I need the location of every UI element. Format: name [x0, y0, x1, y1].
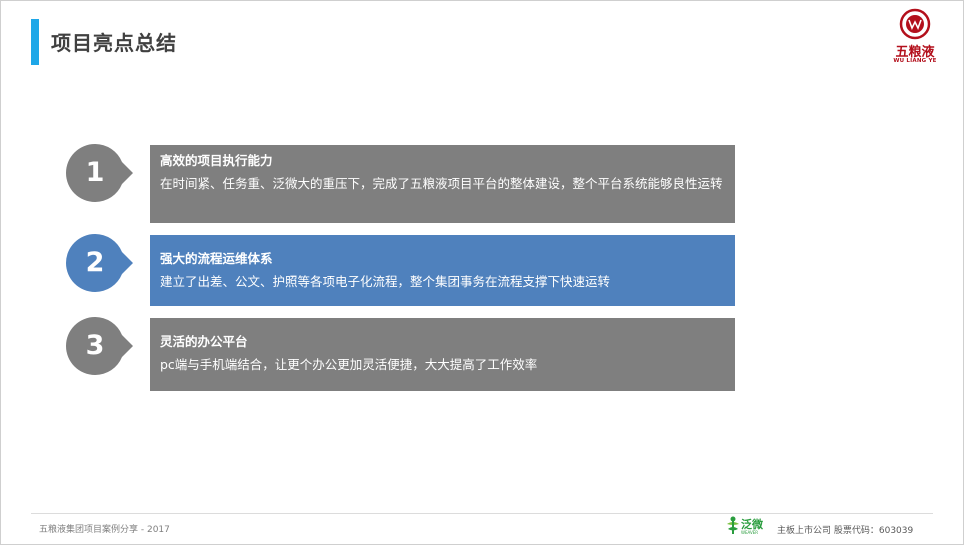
item-3-badge: 3: [66, 316, 136, 379]
wuliangye-logo: 五粮液 WU LIANG YE: [885, 7, 945, 69]
item-1-badge: 1: [66, 143, 136, 206]
page-title: 项目亮点总结: [51, 31, 177, 55]
logo-subtext: WU LIANG YE: [893, 58, 937, 64]
item-3-body: pc端与手机端结合，让更个办公更加灵活便捷，大大提高了工作效率: [160, 357, 538, 372]
item-3-heading: 灵活的办公平台: [160, 334, 248, 349]
footer-caption: 五粮液集团项目案例分享 - 2017: [39, 525, 170, 535]
item-2-heading: 强大的流程运维体系: [160, 251, 273, 266]
item-2-badge: 2: [66, 233, 136, 296]
item-1-heading: 高效的项目执行能力: [160, 153, 273, 168]
weaver-leaf-icon: [727, 516, 739, 534]
wuliangye-emblem-icon: [899, 8, 931, 40]
slide: 项目亮点总结 五粮液 WU LIANG YE 1 高效的项目执行能力 在时间紧、…: [0, 0, 964, 545]
item-2-number: 2: [85, 247, 105, 278]
footer-stock-info: 主板上市公司 股票代码：603039: [777, 526, 914, 536]
item-1-number: 1: [85, 157, 105, 188]
item-2-card: 强大的流程运维体系 建立了出差、公文、护照等各项电子化流程，整个集团事务在流程支…: [150, 235, 735, 306]
title-accent-bar: [31, 19, 39, 65]
item-3-card: 灵活的办公平台 pc端与手机端结合，让更个办公更加灵活便捷，大大提高了工作效率: [150, 318, 735, 391]
item-2-body: 建立了出差、公文、护照等各项电子化流程，整个集团事务在流程支撑下快速运转: [160, 274, 611, 289]
item-1-body: 在时间紧、任务重、泛微大的重压下，完成了五粮液项目平台的整体建设，整个平台系统能…: [160, 176, 723, 191]
weaver-logo: 泛微 WEAVER: [725, 515, 771, 537]
footer-divider: [31, 513, 933, 514]
weaver-subtext: WEAVER: [741, 530, 759, 535]
item-3-number: 3: [85, 330, 105, 361]
item-1-card: 高效的项目执行能力 在时间紧、任务重、泛微大的重压下，完成了五粮液项目平台的整体…: [150, 145, 735, 223]
